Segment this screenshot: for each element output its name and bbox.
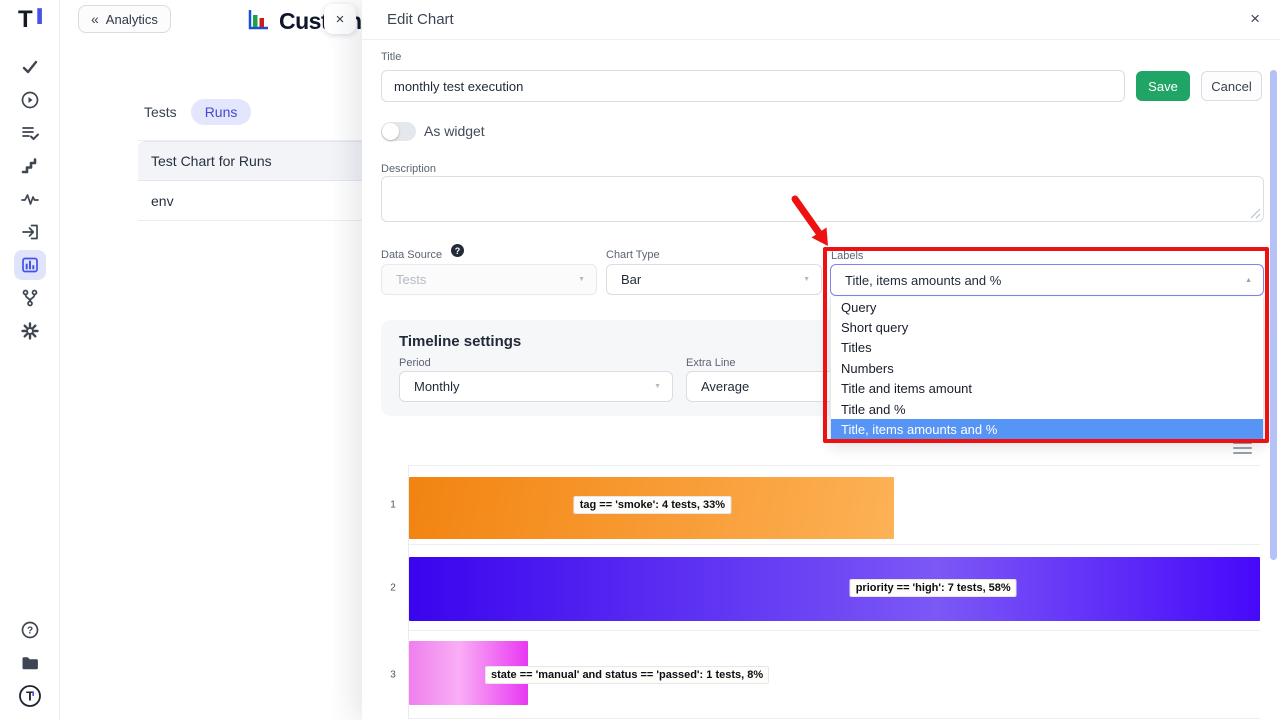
chart-title-icon: [245, 6, 271, 37]
chevron-down-icon: ▼: [654, 383, 661, 390]
dropdown-option[interactable]: Title and items amount: [831, 379, 1263, 399]
dropdown-option[interactable]: Query: [831, 297, 1263, 317]
help-icon: ?: [20, 620, 40, 640]
analytics-panel: « Analytics Custom Ch Tests Runs Test Ch…: [60, 0, 362, 720]
analytics-back-button[interactable]: « Analytics: [78, 5, 171, 33]
bar-label: tag == 'smoke': 4 tests, 33%: [574, 496, 731, 514]
bar-chart: 1 tag == 'smoke': 4 tests, 33% 2 priorit…: [386, 465, 1260, 719]
as-widget-label: As widget: [424, 123, 485, 139]
edit-chart-modal: Edit Chart × Title Save Cancel As widget…: [362, 0, 1280, 720]
chart-row: 3 state == 'manual' and status == 'passe…: [409, 631, 1260, 719]
as-widget-toggle[interactable]: [381, 122, 416, 141]
description-label: Description: [381, 163, 436, 175]
row-number: 1: [390, 500, 396, 511]
play-circle-icon: [20, 90, 40, 110]
sidebar-item-projects[interactable]: [0, 646, 60, 679]
modal-close-icon[interactable]: ×: [1250, 9, 1260, 29]
chart-menu-icon[interactable]: [1233, 442, 1252, 457]
chevron-up-icon: ▲: [1245, 277, 1252, 284]
data-source-select[interactable]: Tests ▼: [381, 264, 597, 295]
sidebar-item-plans[interactable]: [0, 116, 60, 149]
cancel-button[interactable]: Cancel: [1201, 71, 1262, 101]
bar-label: state == 'manual' and status == 'passed'…: [485, 666, 769, 684]
app-logo[interactable]: T▐: [0, 0, 59, 40]
chevron-down-icon: ▼: [578, 276, 585, 283]
chart-type-label: Chart Type: [606, 249, 660, 261]
row-number: 3: [390, 669, 396, 680]
gear-icon: [20, 321, 40, 341]
chart-row: 1 tag == 'smoke': 4 tests, 33%: [409, 465, 1260, 545]
dropdown-option-selected[interactable]: Title, items amounts and %: [831, 419, 1263, 439]
sign-in-icon: [20, 222, 40, 242]
tab-tests[interactable]: Tests: [144, 99, 177, 125]
dropdown-option[interactable]: Title and %: [831, 399, 1263, 419]
data-source-label: Data Source: [381, 249, 442, 261]
chart-row: 2 priority == 'high': 7 tests, 58%: [409, 545, 1260, 631]
dropdown-option[interactable]: Titles: [831, 338, 1263, 358]
chart-type-select[interactable]: Bar ▼: [606, 264, 822, 295]
chevron-down-icon: ▼: [803, 276, 810, 283]
period-label: Period: [399, 357, 431, 369]
list-item-env[interactable]: env: [138, 181, 362, 221]
back-button-label: Analytics: [106, 12, 158, 27]
branch-icon: [20, 288, 40, 308]
list-check-icon: [20, 123, 40, 143]
dropdown-option[interactable]: Numbers: [831, 358, 1263, 378]
folder-icon: [20, 653, 40, 673]
activity-icon: [20, 189, 40, 209]
sidebar-item-help[interactable]: ?: [0, 613, 60, 646]
bar-label: priority == 'high': 7 tests, 58%: [850, 579, 1017, 597]
help-badge-icon[interactable]: ?: [451, 244, 464, 257]
labels-dropdown: Query Short query Titles Numbers Title a…: [830, 297, 1264, 440]
check-icon: [20, 57, 40, 77]
steps-icon: [20, 156, 40, 176]
svg-text:?: ?: [27, 625, 33, 636]
modal-scrollbar-thumb[interactable]: [1270, 70, 1277, 560]
sidebar-item-runs[interactable]: [0, 83, 60, 116]
tab-runs[interactable]: Runs: [191, 99, 252, 125]
app-sidebar: T▐: [0, 0, 60, 720]
sidebar-item-milestones[interactable]: [0, 149, 60, 182]
double-chevron-left-icon: «: [91, 11, 99, 27]
sidebar-item-analytics[interactable]: [0, 248, 60, 281]
bar-segment[interactable]: [409, 557, 1260, 621]
labels-select[interactable]: Title, items amounts and % ▲: [830, 264, 1264, 296]
row-number: 2: [390, 582, 396, 593]
sidebar-item-tests[interactable]: [0, 50, 60, 83]
logo-circle-icon: T: [18, 684, 42, 708]
labels-label: Labels: [831, 250, 863, 262]
modal-title: Edit Chart: [387, 11, 454, 28]
list-item-test-chart-for-runs[interactable]: Test Chart for Runs: [138, 141, 362, 181]
period-select[interactable]: Monthly ▼: [399, 371, 673, 402]
title-input[interactable]: [381, 70, 1125, 102]
description-textarea[interactable]: [381, 176, 1264, 222]
title-label: Title: [381, 51, 401, 63]
dropdown-option[interactable]: Short query: [831, 317, 1263, 337]
sidebar-item-branches[interactable]: [0, 281, 60, 314]
timeline-settings-title: Timeline settings: [399, 333, 521, 350]
sidebar-item-settings[interactable]: [0, 314, 60, 347]
bar-chart-icon: [20, 255, 40, 275]
sidebar-item-import[interactable]: [0, 215, 60, 248]
extra-line-label: Extra Line: [686, 357, 736, 369]
tab-close-button[interactable]: ×: [324, 4, 356, 34]
save-button[interactable]: Save: [1136, 71, 1190, 101]
close-icon: ×: [336, 11, 345, 28]
sidebar-item-pulse[interactable]: [0, 182, 60, 215]
sidebar-item-account[interactable]: T: [0, 679, 60, 712]
